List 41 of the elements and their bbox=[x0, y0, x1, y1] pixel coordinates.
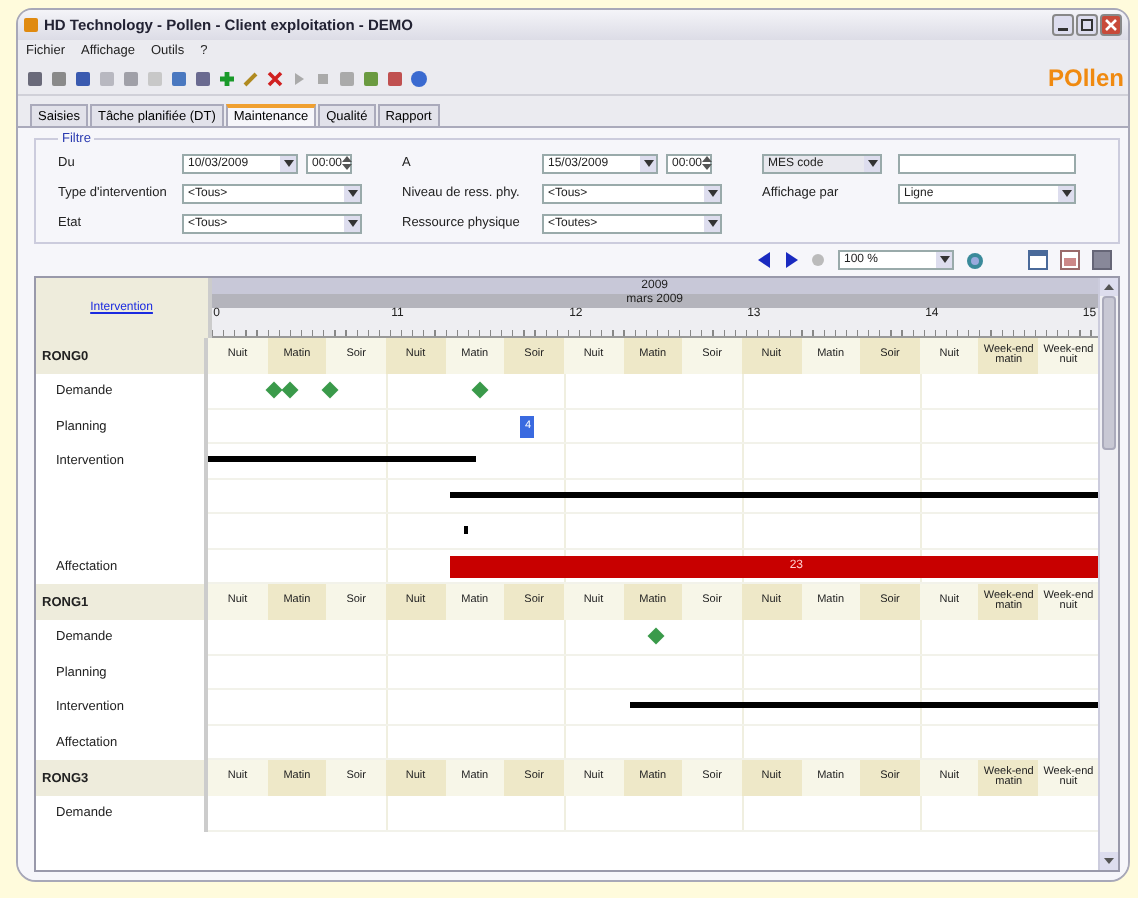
request-marker[interactable] bbox=[281, 381, 299, 399]
circle-icon[interactable] bbox=[810, 252, 826, 268]
app-icon bbox=[24, 18, 38, 32]
caret-icon bbox=[704, 215, 720, 231]
scroll-down-icon[interactable] bbox=[1100, 852, 1118, 870]
vertical-scrollbar[interactable] bbox=[1098, 278, 1118, 870]
request-marker[interactable] bbox=[321, 381, 339, 399]
spinner-icon bbox=[342, 156, 353, 170]
request-marker[interactable] bbox=[266, 381, 284, 399]
stop-icon[interactable] bbox=[314, 69, 332, 87]
caret-icon bbox=[344, 215, 360, 231]
pencil-icon[interactable] bbox=[242, 69, 260, 87]
close-button[interactable] bbox=[1100, 14, 1122, 36]
request-marker[interactable] bbox=[472, 381, 490, 399]
maximize-button[interactable] bbox=[1076, 14, 1098, 36]
help-icon[interactable] bbox=[410, 69, 428, 87]
refresh-icon[interactable] bbox=[966, 251, 984, 269]
caret-icon bbox=[936, 252, 952, 268]
plus-icon[interactable] bbox=[218, 69, 236, 87]
previous-icon[interactable] bbox=[758, 252, 772, 268]
caret-icon bbox=[344, 185, 360, 201]
scroll-up-icon[interactable] bbox=[1100, 278, 1118, 296]
window-icon[interactable] bbox=[1028, 250, 1048, 270]
next-icon[interactable] bbox=[784, 252, 798, 268]
close-icon bbox=[1104, 18, 1118, 32]
point-marker[interactable] bbox=[464, 526, 469, 534]
caret-icon bbox=[640, 155, 656, 171]
caret-icon bbox=[280, 155, 296, 171]
caret-icon bbox=[1058, 185, 1074, 201]
play-icon[interactable] bbox=[290, 69, 308, 87]
caret-icon bbox=[704, 185, 720, 201]
intervention-bar[interactable] bbox=[450, 491, 1099, 497]
request-marker[interactable] bbox=[648, 627, 666, 645]
maximize-icon bbox=[1080, 18, 1094, 32]
delete-icon[interactable] bbox=[266, 69, 284, 87]
caret-icon bbox=[864, 155, 880, 171]
pollen-logo: POllen bbox=[1047, 64, 1124, 92]
spinner-icon bbox=[702, 156, 713, 170]
scroll-thumb[interactable] bbox=[1102, 296, 1116, 450]
input-field[interactable] bbox=[898, 153, 1076, 173]
minimize-button[interactable] bbox=[1052, 14, 1074, 36]
